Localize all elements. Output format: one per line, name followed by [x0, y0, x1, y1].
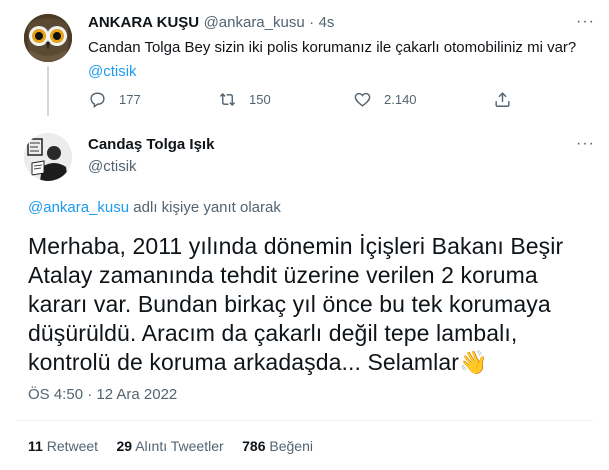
- reply-author-handle[interactable]: @ankara_kusu: [204, 14, 305, 31]
- profile-photo-image: [24, 133, 72, 181]
- retweets-stat[interactable]: 11 Retweet: [28, 438, 98, 454]
- divider: [16, 420, 593, 421]
- main-author-name[interactable]: Candaş Tolga Işık: [88, 136, 214, 153]
- likes-stat[interactable]: 786 Beğeni: [242, 438, 313, 454]
- reply-button[interactable]: 177: [88, 90, 141, 109]
- quotes-count: 29: [116, 438, 133, 454]
- replying-to: @ankara_kusu adlı kişiye yanıt olarak: [28, 198, 281, 218]
- replying-to-label: adlı kişiye yanıt olarak: [133, 199, 281, 216]
- retweet-button[interactable]: 150: [218, 90, 271, 109]
- reply-more-icon[interactable]: ···: [576, 13, 595, 31]
- main-more-icon[interactable]: ···: [576, 135, 595, 153]
- tweet-timestamp[interactable]: ÖS 4:50 · 12 Ara 2022: [28, 386, 177, 403]
- reply-mention-link[interactable]: @ctisik: [88, 62, 137, 82]
- retweet-icon: [219, 92, 236, 107]
- reply-time[interactable]: 4s: [319, 14, 335, 31]
- quotes-label: Alıntı Tweetler: [135, 438, 224, 454]
- quotes-stat[interactable]: 29 Alıntı Tweetler: [117, 438, 224, 454]
- reply-author-name[interactable]: ANKARA KUŞU: [88, 14, 199, 31]
- likes-count: 786: [242, 438, 266, 454]
- reply-count: 177: [119, 92, 141, 107]
- comment-icon: [90, 92, 105, 109]
- replying-to-link[interactable]: @ankara_kusu: [28, 199, 129, 216]
- retweets-label: Retweet: [46, 438, 99, 454]
- main-tweet-text: Merhaba, 2011 yılında dönemin İçişleri B…: [28, 232, 600, 377]
- retweet-count: 150: [249, 92, 271, 107]
- heart-icon: [354, 92, 371, 107]
- owl-avatar-image: [24, 14, 72, 62]
- reply-header: ANKARA KUŞU @ankara_kusu · 4s: [88, 14, 334, 32]
- retweets-count: 11: [28, 438, 43, 454]
- share-icon: [495, 92, 510, 107]
- reply-dot: ·: [309, 14, 315, 31]
- share-button[interactable]: [493, 90, 512, 109]
- avatar-ankara-kusu[interactable]: [24, 14, 72, 62]
- avatar-ctisik[interactable]: [24, 133, 72, 181]
- waving-hand-emoji: 👋: [459, 349, 488, 375]
- tweet-stats: 11 Retweet 29 Alıntı Tweetler 786 Beğeni: [28, 438, 313, 456]
- reply-text: Candan Tolga Bey sizin iki polis koruman…: [88, 39, 577, 56]
- thread-line: [47, 66, 49, 116]
- like-button[interactable]: 2.140: [353, 90, 417, 109]
- main-author-handle[interactable]: @ctisik: [88, 158, 137, 175]
- like-count: 2.140: [384, 92, 417, 107]
- reply-action-bar: 177 150 2.140: [88, 90, 528, 112]
- likes-label: Beğeni: [269, 438, 313, 454]
